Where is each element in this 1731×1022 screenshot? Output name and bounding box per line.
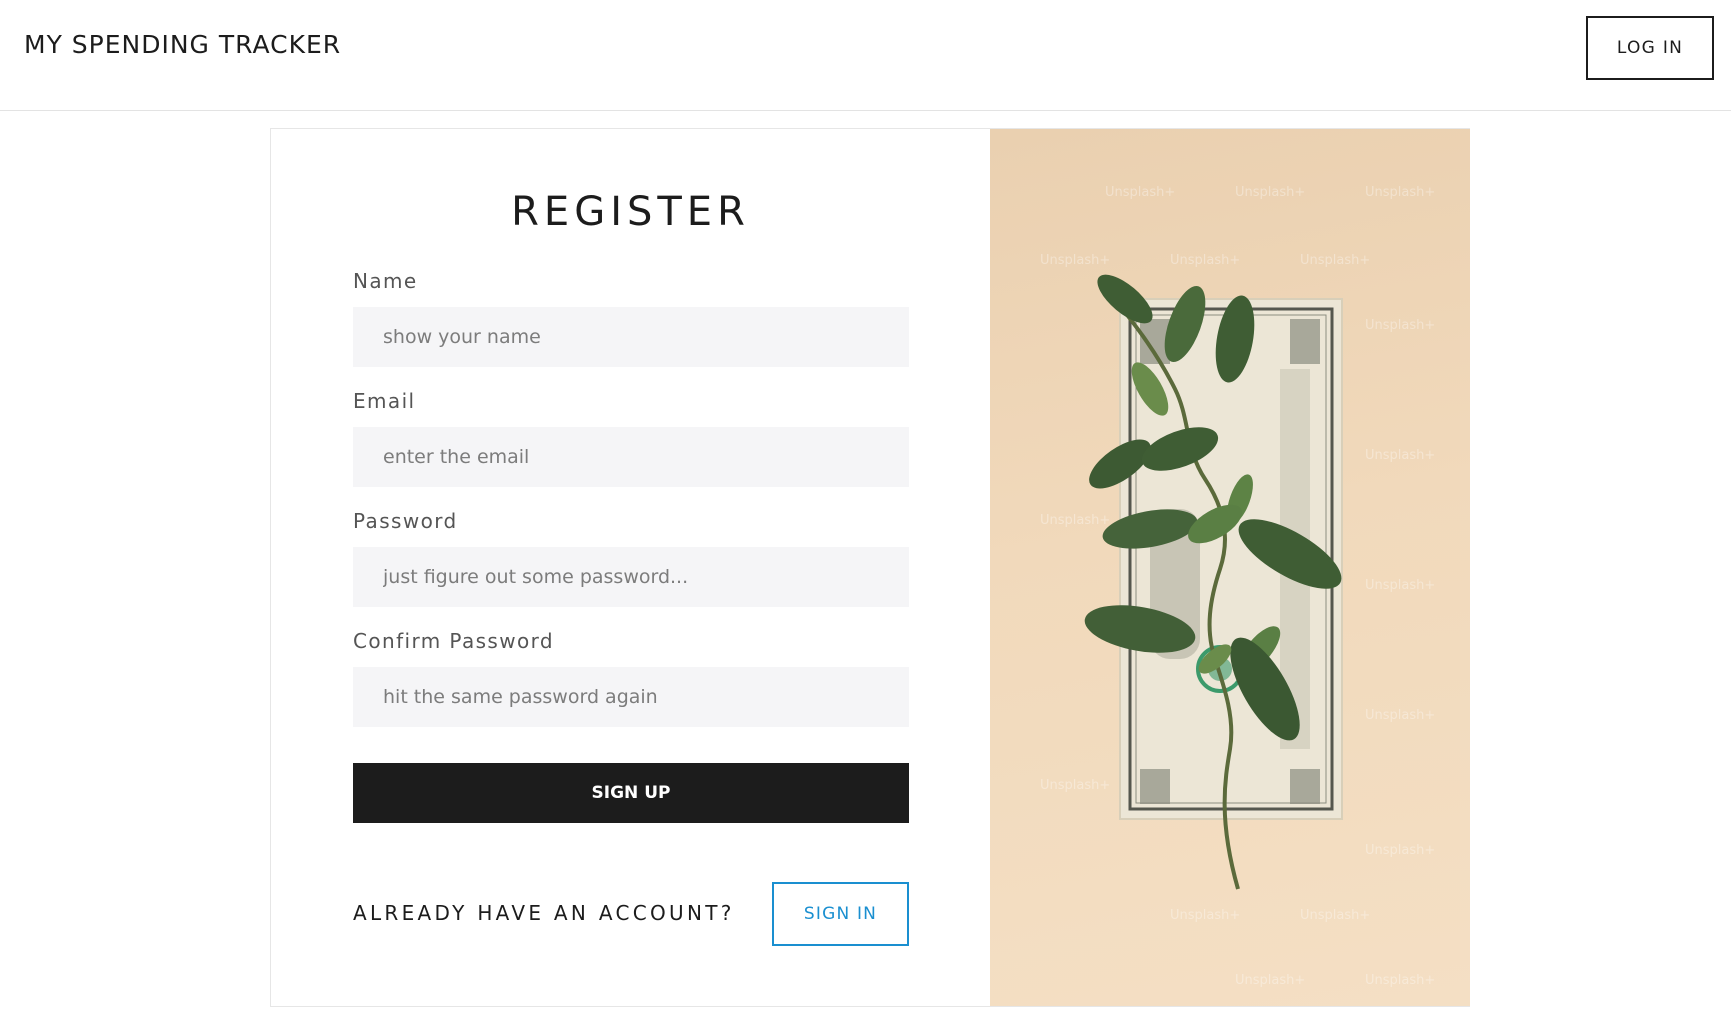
password-label: Password [353,509,458,533]
register-card: REGISTER Name Email Password Confirm Pas… [270,128,1470,1007]
watermark-text: Unsplash+ [1365,973,1435,988]
dollar-plant-image: Unsplash+ Unsplash+ Unsplash+ Unsplash+ … [990,129,1470,1006]
watermark-text: Unsplash+ [1365,448,1435,463]
top-navbar: MY SPENDING TRACKER LOG IN [0,0,1731,111]
already-have-account-text: ALREADY HAVE AN ACCOUNT? [353,901,735,925]
watermark-text: Unsplash+ [1300,253,1370,268]
watermark-text: Unsplash+ [1170,253,1240,268]
watermark-text: Unsplash+ [1105,185,1175,200]
signin-button[interactable]: SIGN IN [772,882,909,946]
watermark-text: Unsplash+ [1235,185,1305,200]
confirm-password-label: Confirm Password [353,629,555,653]
name-label: Name [353,269,418,293]
brand-title: MY SPENDING TRACKER [24,30,342,59]
watermark-text: Unsplash+ [1365,708,1435,723]
watermark-text: Unsplash+ [1235,973,1305,988]
watermark-text: Unsplash+ [1365,185,1435,200]
page-title: REGISTER [511,189,750,235]
name-input[interactable] [353,307,909,367]
watermark-text: Unsplash+ [1300,908,1370,923]
email-input[interactable] [353,427,909,487]
watermark-text: Unsplash+ [1365,578,1435,593]
watermark-text: Unsplash+ [1040,513,1110,528]
register-form: REGISTER Name Email Password Confirm Pas… [271,129,990,1006]
email-label: Email [353,389,416,413]
watermark-text: Unsplash+ [1365,843,1435,858]
watermark-text: Unsplash+ [1170,908,1240,923]
login-button[interactable]: LOG IN [1586,16,1714,80]
watermark-text: Unsplash+ [1040,253,1110,268]
watermark-text: Unsplash+ [1365,318,1435,333]
watermark-text: Unsplash+ [1040,778,1110,793]
password-input[interactable] [353,547,909,607]
confirm-password-input[interactable] [353,667,909,727]
signup-button[interactable]: SIGN UP [353,763,909,823]
